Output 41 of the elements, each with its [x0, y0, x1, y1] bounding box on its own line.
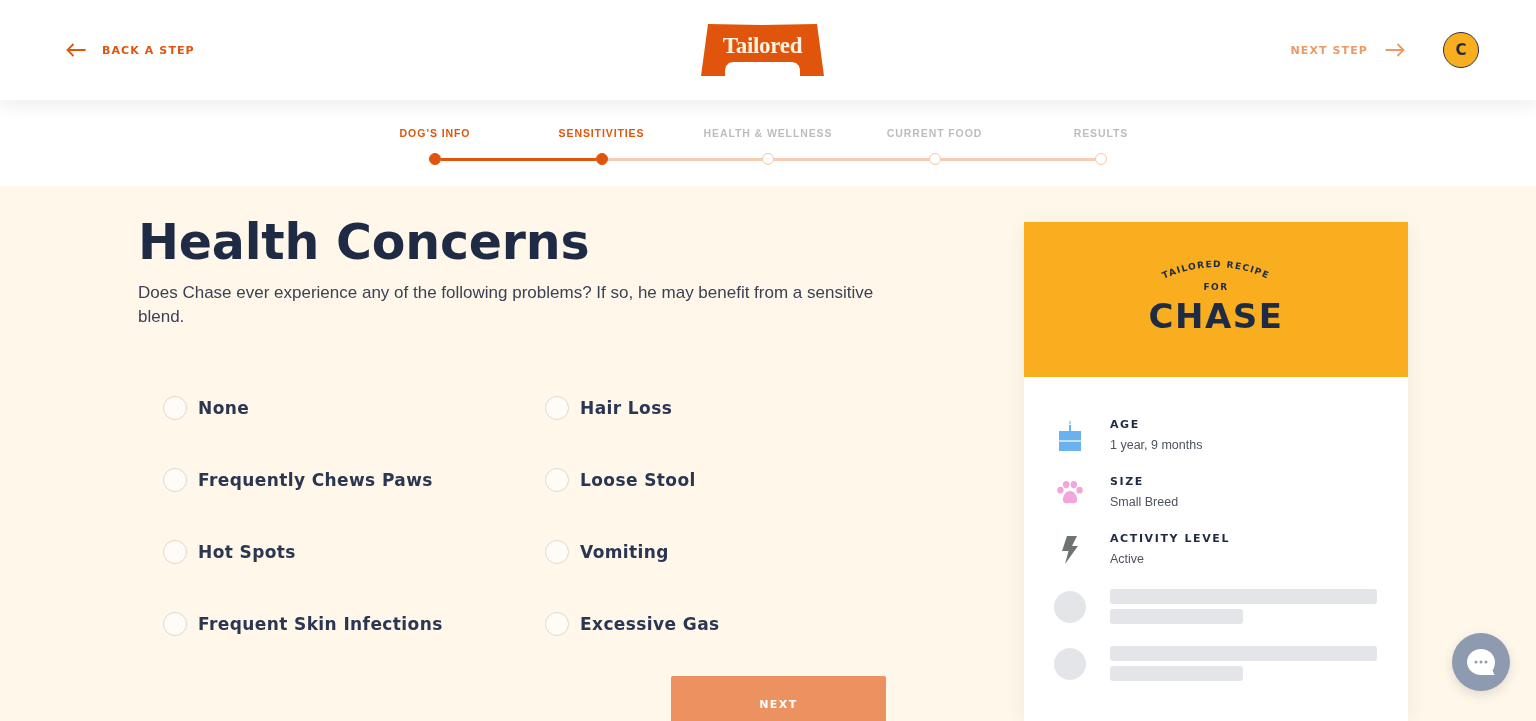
option-item[interactable]: Loose Stool — [545, 468, 696, 492]
step-label: HEALTH & WELLNESS — [703, 126, 833, 140]
option-item[interactable]: Frequent Skin Infections — [163, 612, 443, 636]
avatar-button[interactable]: C — [1443, 32, 1479, 68]
checkbox[interactable] — [163, 540, 187, 564]
dog-name: CHASE — [1148, 297, 1284, 335]
question-text: Does Chase ever experience any of the following problems? If so, he may benefit from a sensitive blend. — [138, 282, 875, 328]
checkbox[interactable] — [163, 396, 187, 420]
detail-label: AGE — [1110, 418, 1141, 432]
option-item[interactable]: None — [163, 396, 250, 420]
page-title: Health Concerns — [138, 216, 591, 270]
option-item[interactable]: Hot Spots — [163, 540, 296, 564]
checkbox[interactable] — [545, 396, 569, 420]
paw-icon — [1057, 480, 1083, 505]
step-label: CURRENT FOOD — [886, 126, 983, 140]
detail-value: Small Breed — [1110, 495, 1179, 510]
detail-value: 1 year, 9 months — [1110, 438, 1203, 453]
checkbox[interactable] — [545, 612, 569, 636]
for-label: FOR — [1203, 283, 1229, 292]
checkbox[interactable] — [163, 468, 187, 492]
option-item[interactable]: Vomiting — [545, 540, 669, 564]
option-item[interactable]: Excessive Gas — [545, 612, 720, 636]
checkbox[interactable] — [545, 468, 569, 492]
checkbox[interactable] — [163, 612, 187, 636]
checkbox[interactable] — [545, 540, 569, 564]
option-item[interactable]: Hair Loss — [545, 396, 673, 420]
skeleton-circle — [1054, 590, 1086, 623]
arrow-right-icon — [1385, 43, 1405, 57]
chat-bubble-icon — [1466, 648, 1496, 676]
lightning-bolt-icon — [1062, 535, 1078, 564]
step-label: SENSITIVITIES — [558, 126, 645, 140]
cake-icon — [1058, 420, 1082, 451]
detail-label: SIZE — [1110, 475, 1145, 489]
step-label: RESULTS — [1073, 126, 1129, 140]
back-link[interactable]: BACK A STEP — [66, 43, 195, 57]
arrow-left-icon — [66, 43, 86, 57]
detail-label: ACTIVITY LEVEL — [1110, 532, 1231, 546]
detail-value: Active — [1110, 552, 1146, 567]
option-item[interactable]: Frequently Chews Paws — [163, 468, 433, 492]
step-label: DOG’S INFO — [399, 126, 471, 140]
skeleton-circle — [1054, 647, 1086, 680]
